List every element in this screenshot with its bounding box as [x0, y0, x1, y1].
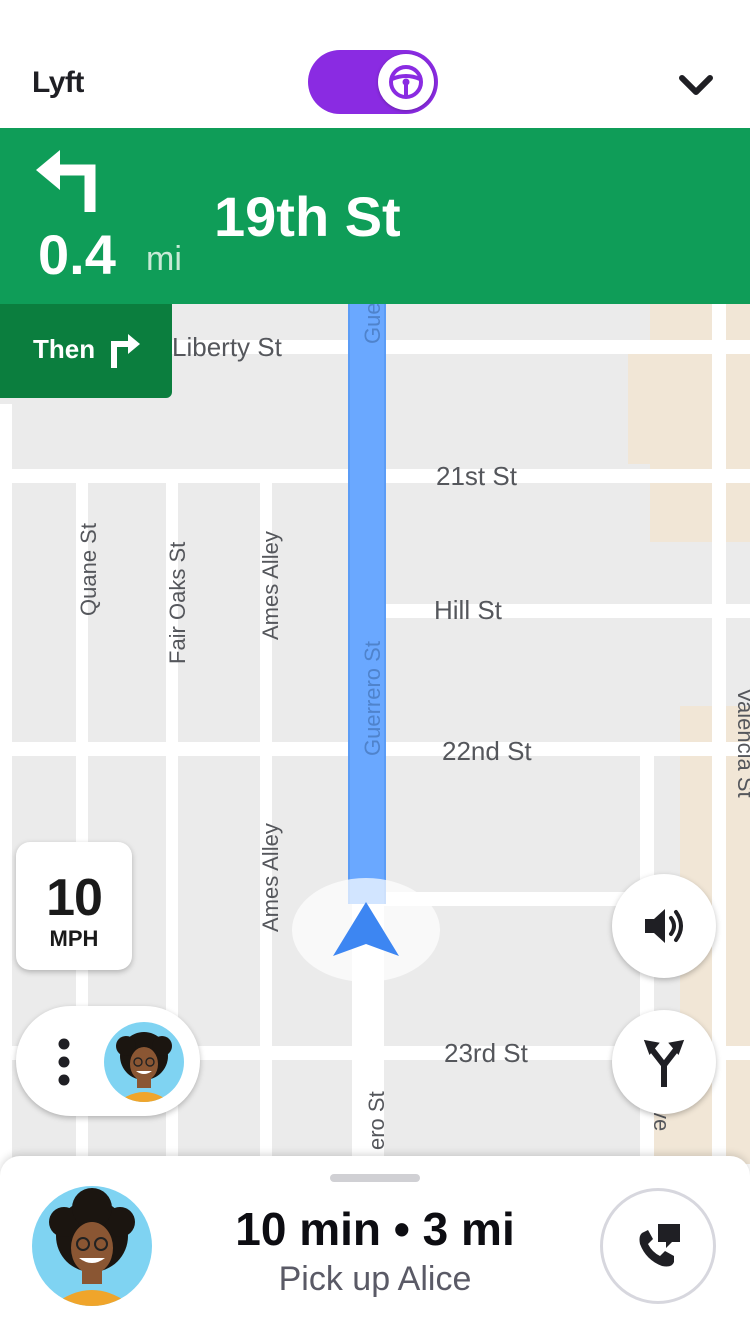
- speed-value: 10: [46, 869, 103, 927]
- turn-left-arrow-icon: [36, 150, 96, 212]
- street-label-ames-lower: Ames Alley: [258, 823, 283, 932]
- trip-action-label: Pick up Alice: [278, 1260, 472, 1298]
- turn-right-arrow-icon: [111, 334, 140, 368]
- driver-mode-toggle[interactable]: [308, 50, 438, 114]
- street-label-liberty: Liberty St: [172, 332, 283, 362]
- distance-unit: mi: [146, 240, 182, 278]
- toggle-knob: [378, 54, 434, 110]
- street-label-22nd: 22nd St: [442, 736, 532, 766]
- street-label-quane: Quane St: [76, 523, 101, 616]
- road: [0, 404, 12, 1164]
- route-line-inner: [350, 304, 384, 904]
- building-block: [628, 344, 658, 464]
- sound-button[interactable]: [612, 874, 716, 978]
- next-street-name: 19th St: [214, 185, 401, 248]
- rider-avatar[interactable]: [104, 1022, 184, 1102]
- street-label-23rd: 23rd St: [444, 1038, 529, 1068]
- street-label-valencia: Valencia St: [733, 688, 750, 798]
- trip-eta-distance: 10 min • 3 mi: [235, 1203, 515, 1255]
- more-vertical-icon[interactable]: [56, 1038, 72, 1086]
- street-label-21st: 21st St: [436, 461, 518, 491]
- phone-chat-icon: [639, 1224, 680, 1267]
- speed-indicator: 10 MPH: [16, 842, 132, 970]
- speed-unit: MPH: [49, 926, 99, 951]
- steering-wheel-icon: [389, 65, 423, 99]
- contact-rider-button[interactable]: [600, 1188, 716, 1304]
- road: [712, 304, 726, 1164]
- route-options-button[interactable]: [612, 1010, 716, 1114]
- top-bar: Lyft: [0, 0, 750, 128]
- turn-distance: 0.4: [38, 223, 116, 286]
- street-label-fair-oaks: Fair Oaks St: [165, 542, 190, 664]
- street-label-hill: Hill St: [434, 595, 503, 625]
- street-label-ames-upper: Ames Alley: [258, 531, 283, 640]
- then-label: Then: [33, 334, 96, 364]
- sheet-drag-handle[interactable]: [330, 1174, 420, 1182]
- chevron-down-icon[interactable]: [672, 62, 720, 110]
- street-label-guerrero: Guerrero St: [360, 641, 385, 756]
- rider-profile-avatar[interactable]: [32, 1186, 152, 1306]
- street-label-guerrero-bottom: ero St: [364, 1091, 389, 1150]
- app-name: Lyft: [32, 66, 84, 99]
- road: [370, 604, 750, 618]
- building-block: [650, 304, 750, 542]
- fork-route-icon: [643, 1039, 685, 1087]
- street-label-guerrero-top: Gue: [360, 304, 385, 344]
- volume-icon: [645, 909, 683, 943]
